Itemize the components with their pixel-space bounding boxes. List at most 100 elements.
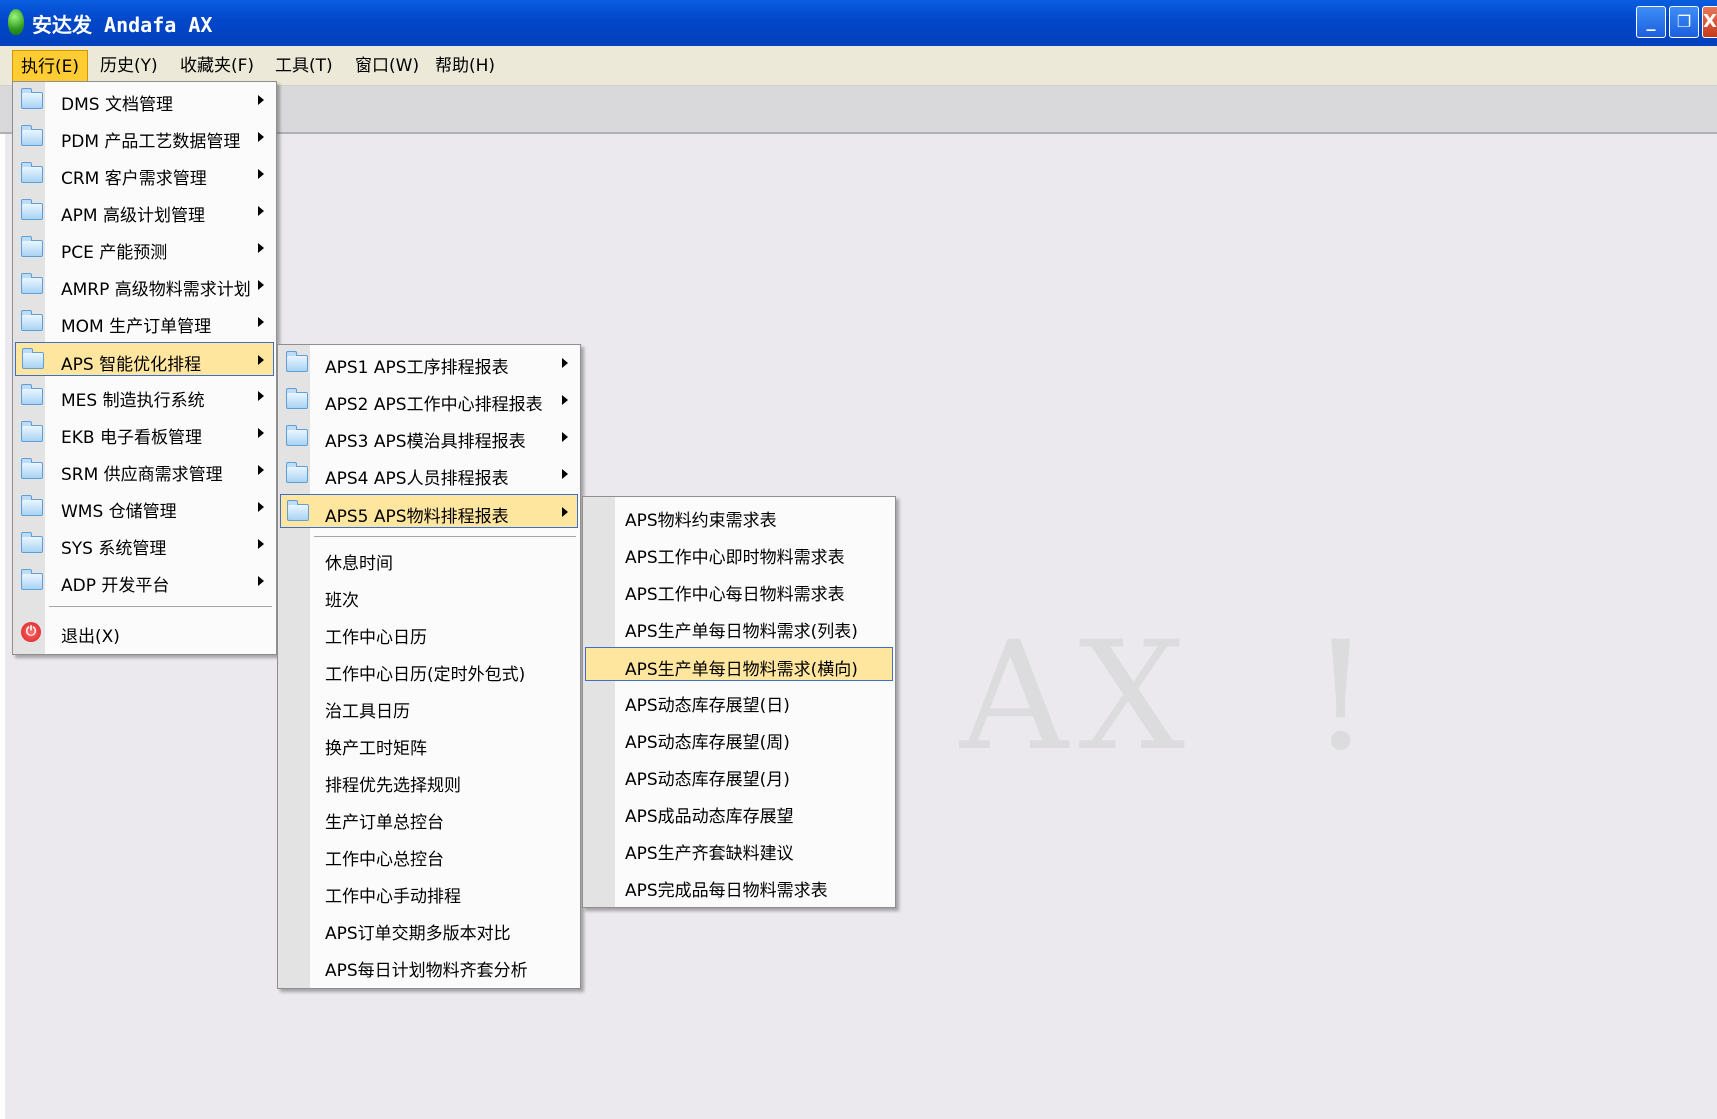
- menu-item-finished-inventory-outlook[interactable]: APS成品动态库存展望: [585, 795, 893, 829]
- menu-separator: [314, 536, 576, 537]
- folder-icon: [286, 388, 308, 409]
- folder-icon: [21, 569, 43, 590]
- close-button[interactable]: X: [1702, 6, 1717, 38]
- folder-icon: [21, 532, 43, 553]
- folder-icon: [286, 462, 308, 483]
- folder-icon: [286, 351, 308, 372]
- exit-icon: ⏻: [21, 622, 41, 642]
- submenu-arrow-icon: [258, 132, 264, 142]
- menu-item-wms[interactable]: WMS 仓储管理: [15, 490, 274, 524]
- menu-item-inventory-outlook-month[interactable]: APS动态库存展望(月): [585, 758, 893, 792]
- submenu-arrow-icon: [258, 391, 264, 401]
- menu-item-order-daily-material-list[interactable]: APS生产单每日物料需求(列表): [585, 610, 893, 644]
- title-bar: 安达发 Andafa AX _ ❐ X: [0, 0, 1717, 46]
- menu-item-pdm[interactable]: PDM 产品工艺数据管理: [15, 120, 274, 154]
- folder-icon: [287, 500, 309, 521]
- submenu-arrow-icon: [562, 469, 568, 479]
- folder-icon: [21, 273, 43, 294]
- submenu-arrow-icon: [562, 507, 568, 517]
- menu-item-shift[interactable]: 班次: [280, 579, 578, 613]
- menu-item-aps[interactable]: APS 智能优化排程: [15, 342, 274, 376]
- menu-item-tool-calendar[interactable]: 治工具日历: [280, 690, 578, 724]
- submenu-arrow-icon: [258, 428, 264, 438]
- menu-item-wc-daily-material[interactable]: APS工作中心每日物料需求表: [585, 573, 893, 607]
- menu-item-apm[interactable]: APM 高级计划管理: [15, 194, 274, 228]
- menu-item-order-daily-material-horizontal[interactable]: APS生产单每日物料需求(横向): [585, 647, 893, 681]
- menu-item-delivery-comparison[interactable]: APS订单交期多版本对比: [280, 912, 578, 946]
- folder-icon: [21, 125, 43, 146]
- menu-item-exit[interactable]: ⏻ 退出(X): [15, 615, 274, 649]
- watermark: AX !: [960, 610, 1381, 784]
- menu-item-daily-kitting-analysis[interactable]: APS每日计划物料齐套分析: [280, 949, 578, 983]
- submenu-arrow-icon: [258, 280, 264, 290]
- menu-execute[interactable]: 执行(E): [12, 50, 89, 82]
- menu-item-shortage-suggestion[interactable]: APS生产齐套缺料建议: [585, 832, 893, 866]
- menu-tools[interactable]: 工具(T): [267, 50, 341, 82]
- submenu-arrow-icon: [258, 243, 264, 253]
- folder-icon: [21, 88, 43, 109]
- folder-icon: [21, 421, 43, 442]
- menu-window[interactable]: 窗口(W): [347, 50, 427, 82]
- menu-item-manual-scheduling[interactable]: 工作中心手动排程: [280, 875, 578, 909]
- folder-icon: [21, 384, 43, 405]
- submenu-arrow-icon: [258, 502, 264, 512]
- menu-item-finished-daily-material[interactable]: APS完成品每日物料需求表: [585, 869, 893, 903]
- workspace-edge: [0, 134, 5, 1119]
- app-logo-icon: [8, 9, 24, 35]
- menu-item-ekb[interactable]: EKB 电子看板管理: [15, 416, 274, 450]
- menu-item-sys[interactable]: SYS 系统管理: [15, 527, 274, 561]
- menu-item-workcenter-calendar[interactable]: 工作中心日历: [280, 616, 578, 650]
- submenu-arrow-icon: [258, 576, 264, 586]
- submenu-arrow-icon: [258, 465, 264, 475]
- submenu-arrow-icon: [258, 169, 264, 179]
- submenu-arrow-icon: [258, 317, 264, 327]
- menu-item-priority-rules[interactable]: 排程优先选择规则: [280, 764, 578, 798]
- menu-item-inventory-outlook-week[interactable]: APS动态库存展望(周): [585, 721, 893, 755]
- menu-item-aps2[interactable]: APS2 APS工作中心排程报表: [280, 383, 578, 417]
- menu-item-aps3[interactable]: APS3 APS模治具排程报表: [280, 420, 578, 454]
- window-title: 安达发 Andafa AX: [32, 13, 213, 37]
- aps5-material-report-submenu: APS物料约束需求表 APS工作中心即时物料需求表 APS工作中心每日物料需求表…: [582, 496, 896, 908]
- minimize-button[interactable]: _: [1636, 6, 1666, 38]
- menu-bar: 执行(E) 历史(Y) 收藏夹(F) 工具(T) 窗口(W) 帮助(H): [0, 46, 1717, 86]
- folder-icon: [21, 162, 43, 183]
- folder-icon: [21, 495, 43, 516]
- folder-icon: [21, 199, 43, 220]
- menu-item-pce[interactable]: PCE 产能预测: [15, 231, 274, 265]
- menu-favorites[interactable]: 收藏夹(F): [172, 50, 262, 82]
- menu-item-workcenter-console[interactable]: 工作中心总控台: [280, 838, 578, 872]
- menu-item-aps5[interactable]: APS5 APS物料排程报表: [280, 494, 578, 528]
- execute-menu: DMS 文档管理 PDM 产品工艺数据管理 CRM 客户需求管理 APM 高级计…: [12, 81, 277, 655]
- folder-icon: [21, 458, 43, 479]
- menu-item-inventory-outlook-day[interactable]: APS动态库存展望(日): [585, 684, 893, 718]
- submenu-arrow-icon: [562, 358, 568, 368]
- folder-icon: [21, 236, 43, 257]
- menu-item-order-console[interactable]: 生产订单总控台: [280, 801, 578, 835]
- menu-item-aps1[interactable]: APS1 APS工序排程报表: [280, 346, 578, 380]
- menu-item-wc-instant-material[interactable]: APS工作中心即时物料需求表: [585, 536, 893, 570]
- aps-submenu: APS1 APS工序排程报表 APS2 APS工作中心排程报表 APS3 APS…: [277, 344, 581, 989]
- menu-history[interactable]: 历史(Y): [92, 50, 166, 82]
- restore-button[interactable]: ❐: [1669, 6, 1699, 38]
- menu-item-amrp[interactable]: AMRP 高级物料需求计划: [15, 268, 274, 302]
- menu-item-srm[interactable]: SRM 供应商需求管理: [15, 453, 274, 487]
- submenu-arrow-icon: [258, 355, 264, 365]
- menu-item-workcenter-calendar-outsourcing[interactable]: 工作中心日历(定时外包式): [280, 653, 578, 687]
- submenu-arrow-icon: [562, 432, 568, 442]
- menu-item-changeover-matrix[interactable]: 换产工时矩阵: [280, 727, 578, 761]
- menu-item-adp[interactable]: ADP 开发平台: [15, 564, 274, 598]
- submenu-arrow-icon: [258, 206, 264, 216]
- folder-icon: [21, 310, 43, 331]
- menu-item-crm[interactable]: CRM 客户需求管理: [15, 157, 274, 191]
- folder-icon: [22, 348, 44, 369]
- submenu-arrow-icon: [258, 539, 264, 549]
- folder-icon: [286, 425, 308, 446]
- menu-item-rest-time[interactable]: 休息时间: [280, 542, 578, 576]
- menu-item-dms[interactable]: DMS 文档管理: [15, 83, 274, 117]
- menu-item-aps4[interactable]: APS4 APS人员排程报表: [280, 457, 578, 491]
- menu-item-mes[interactable]: MES 制造执行系统: [15, 379, 274, 413]
- menu-help[interactable]: 帮助(H): [427, 50, 503, 82]
- submenu-arrow-icon: [258, 95, 264, 105]
- menu-item-mom[interactable]: MOM 生产订单管理: [15, 305, 274, 339]
- menu-item-material-constraint[interactable]: APS物料约束需求表: [585, 499, 893, 533]
